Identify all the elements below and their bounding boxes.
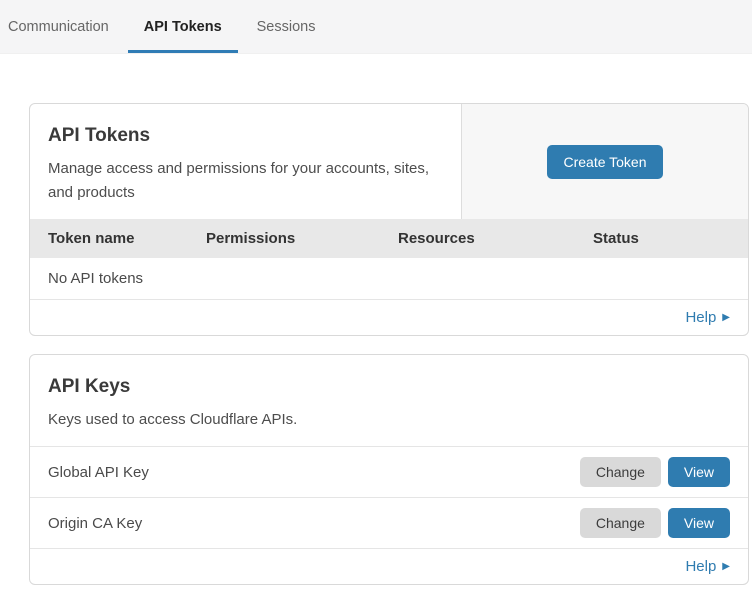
api-keys-card: API Keys Keys used to access Cloudflare … [29,354,749,585]
api-tokens-help-link[interactable]: Help ▶ [685,309,730,326]
view-origin-ca-key-button[interactable]: View [668,508,730,538]
create-token-button[interactable]: Create Token [547,145,662,179]
api-keys-card-header: API Keys Keys used to access Cloudflare … [30,355,748,446]
api-tokens-header-text: API Tokens Manage access and permissions… [30,104,461,219]
token-table-header: Token name Permissions Resources Status [30,219,748,258]
api-keys-title: API Keys [48,373,730,400]
api-keys-help-row: Help ▶ [30,548,748,584]
change-global-api-key-button[interactable]: Change [580,457,661,487]
api-tokens-subtitle: Manage access and permissions for your a… [48,157,438,205]
column-header-status: Status [575,219,748,258]
key-name: Origin CA Key [48,515,580,532]
tab-communication[interactable]: Communication [8,0,125,53]
tab-api-tokens[interactable]: API Tokens [128,0,238,53]
tab-sessions[interactable]: Sessions [241,0,332,53]
key-actions: Change View [580,457,730,487]
api-tokens-header-action-panel: Create Token [461,104,748,219]
help-link-label: Help [685,558,716,575]
column-header-token-name: Token name [30,219,188,258]
token-table-empty-message: No API tokens [30,258,748,300]
api-tokens-title: API Tokens [48,122,443,149]
key-row-global-api-key: Global API Key Change View [30,446,748,497]
key-row-origin-ca-key: Origin CA Key Change View [30,497,748,548]
api-tokens-card: API Tokens Manage access and permissions… [29,103,749,336]
view-global-api-key-button[interactable]: View [668,457,730,487]
key-actions: Change View [580,508,730,538]
help-arrow-icon: ▶ [722,312,730,323]
api-tokens-card-header: API Tokens Manage access and permissions… [30,104,748,219]
api-keys-help-link[interactable]: Help ▶ [685,558,730,575]
change-origin-ca-key-button[interactable]: Change [580,508,661,538]
api-keys-subtitle: Keys used to access Cloudflare APIs. [48,408,438,432]
key-name: Global API Key [48,464,580,481]
tab-bar: Communication API Tokens Sessions [0,0,752,54]
column-header-permissions: Permissions [188,219,380,258]
column-header-resources: Resources [380,219,575,258]
api-tokens-help-row: Help ▶ [30,300,748,335]
help-arrow-icon: ▶ [722,561,730,572]
help-link-label: Help [685,309,716,326]
